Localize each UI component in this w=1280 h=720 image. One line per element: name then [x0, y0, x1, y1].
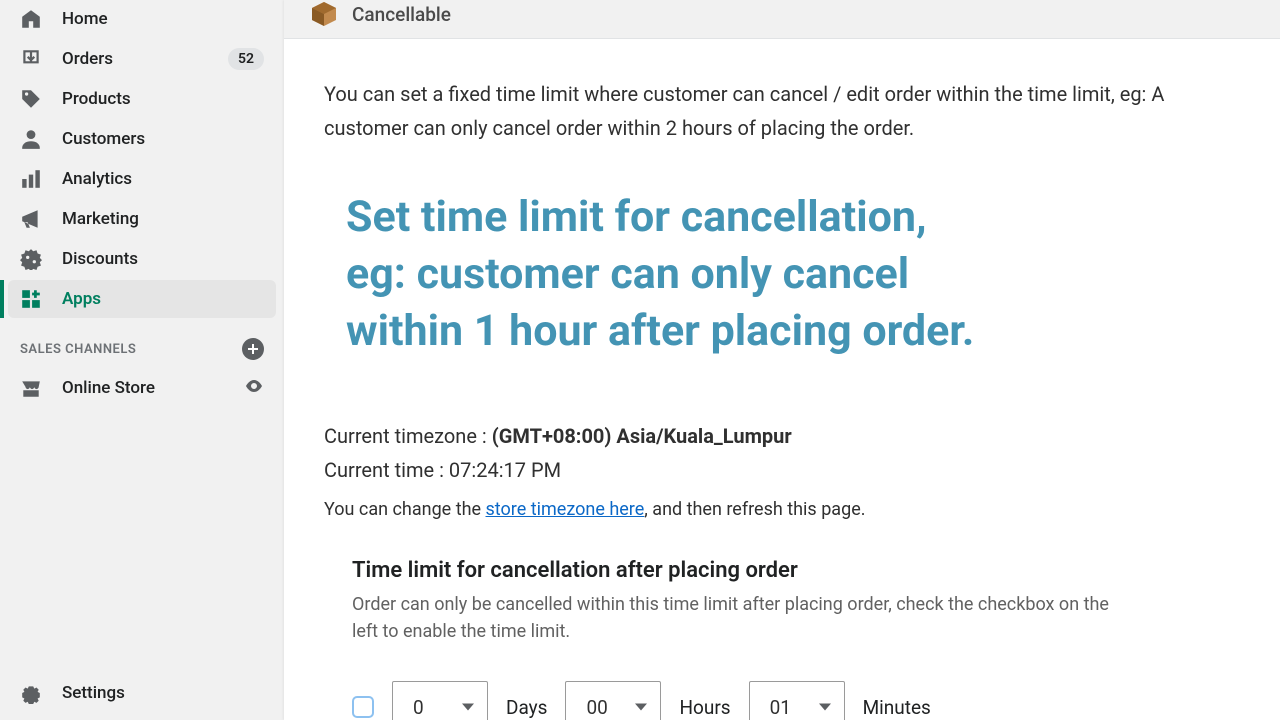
add-channel-button[interactable] [242, 338, 264, 360]
minutes-select[interactable]: 01 [749, 681, 845, 720]
sidebar-item-label: Apps [62, 289, 264, 309]
sidebar-item-label: Analytics [62, 169, 264, 189]
days-select[interactable]: 0 [392, 681, 488, 720]
package-icon [310, 0, 338, 28]
gear-icon [20, 682, 42, 704]
main-content: Cancellable You can set a fixed time lim… [284, 0, 1280, 720]
tz-help-suffix: , and then refresh this page. [644, 499, 865, 520]
intro-text: You can set a fixed time limit where cus… [324, 77, 1240, 145]
sidebar-item-label: Orders [62, 49, 228, 69]
app-header: Cancellable [284, 0, 1280, 39]
form-description: Order can only be cancelled within this … [352, 591, 1112, 645]
sales-channels-list: Online Store [8, 368, 276, 410]
customers-icon [20, 128, 42, 150]
sales-channels-title: SALES CHANNELS [20, 342, 136, 357]
hours-select[interactable]: 00 [565, 681, 661, 720]
tz-help-prefix: You can change the [324, 499, 486, 520]
home-icon [20, 8, 42, 30]
time-row: Current time : 07:24:17 PM [324, 453, 1240, 487]
time-label: Current time : [324, 458, 449, 482]
sidebar-item-settings[interactable]: Settings [8, 674, 276, 712]
app-title: Cancellable [352, 3, 451, 26]
timezone-block: Current timezone : (GMT+08:00) Asia/Kual… [324, 419, 1240, 526]
sidebar-item-label: Settings [62, 683, 264, 703]
minutes-label: Minutes [863, 696, 931, 719]
sidebar-item-products[interactable]: Products [8, 80, 276, 118]
days-label: Days [506, 696, 547, 719]
sidebar-item-label: Home [62, 9, 264, 29]
sidebar: Home Orders 52 Products Customers Anal [0, 0, 284, 720]
sidebar-item-label: Marketing [62, 209, 264, 229]
hours-label: Hours [679, 696, 730, 719]
hero-line: Set time limit for cancellation, [346, 189, 1240, 246]
minutes-select-wrapper: 01 [749, 681, 845, 720]
timezone-link[interactable]: store timezone here [486, 499, 645, 520]
time-limit-row: 0 Days 00 Hours 01 Minutes [352, 681, 1240, 720]
sidebar-item-analytics[interactable]: Analytics [8, 160, 276, 198]
marketing-icon [20, 208, 42, 230]
time-value: 07:24:17 PM [449, 458, 561, 482]
sidebar-item-customers[interactable]: Customers [8, 120, 276, 158]
sidebar-item-orders[interactable]: Orders 52 [8, 40, 276, 78]
sidebar-item-online-store[interactable]: Online Store [8, 368, 276, 408]
hero-line: within 1 hour after placing order. [346, 303, 1240, 360]
sales-channels-header: SALES CHANNELS [8, 320, 276, 368]
sidebar-item-label: Online Store [62, 378, 244, 398]
hours-select-wrapper: 00 [565, 681, 661, 720]
sidebar-item-discounts[interactable]: Discounts [8, 240, 276, 278]
store-icon [20, 377, 42, 399]
sidebar-item-marketing[interactable]: Marketing [8, 200, 276, 238]
sidebar-item-apps[interactable]: Apps [8, 280, 276, 318]
sidebar-item-home[interactable]: Home [8, 0, 276, 38]
sidebar-item-label: Products [62, 89, 264, 109]
hero-heading: Set time limit for cancellation, eg: cus… [324, 189, 1240, 359]
nav-list: Home Orders 52 Products Customers Anal [8, 0, 276, 320]
sidebar-item-label: Customers [62, 129, 264, 149]
hero-line: eg: customer can only cancel [346, 246, 1240, 303]
form-title: Time limit for cancellation after placin… [352, 558, 1240, 583]
discounts-icon [20, 248, 42, 270]
apps-icon [20, 288, 42, 310]
enable-checkbox[interactable] [352, 696, 374, 718]
content-area: You can set a fixed time limit where cus… [284, 39, 1280, 720]
analytics-icon [20, 168, 42, 190]
sidebar-item-label: Discounts [62, 249, 264, 269]
timezone-row: Current timezone : (GMT+08:00) Asia/Kual… [324, 419, 1240, 453]
view-icon[interactable] [244, 376, 264, 400]
timezone-help: You can change the store timezone here, … [324, 495, 1240, 526]
products-icon [20, 88, 42, 110]
days-select-wrapper: 0 [392, 681, 488, 720]
orders-badge: 52 [228, 48, 264, 70]
time-limit-section: Time limit for cancellation after placin… [324, 526, 1240, 720]
timezone-value: (GMT+08:00) Asia/Kuala_Lumpur [492, 424, 792, 448]
orders-icon [20, 48, 42, 70]
timezone-label: Current timezone : [324, 424, 492, 448]
